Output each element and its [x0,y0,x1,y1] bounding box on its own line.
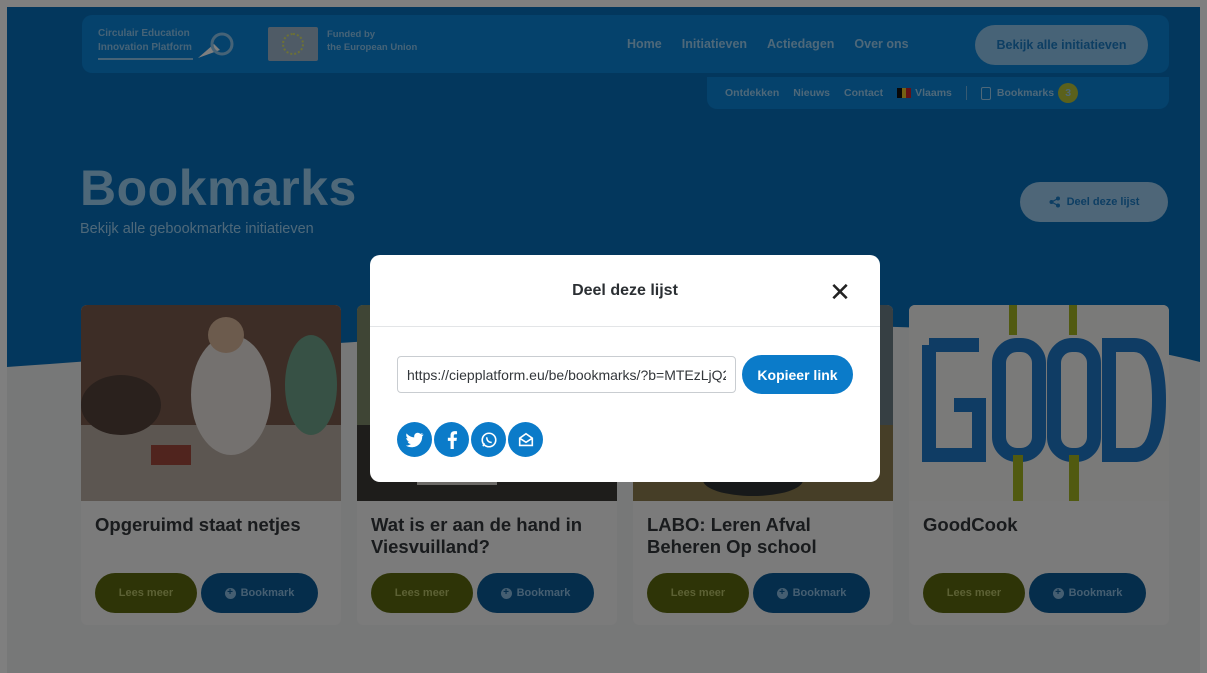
copy-link-button[interactable]: Kopieer link [742,355,853,394]
modal-title: Deel deze lijst [572,282,678,299]
email-icon[interactable] [508,422,543,457]
facebook-icon[interactable] [434,422,469,457]
social-share-buttons [397,422,543,457]
modal-header: Deel deze lijst ✕ [370,255,880,327]
share-link-input[interactable] [397,356,736,393]
whatsapp-icon[interactable] [471,422,506,457]
twitter-icon[interactable] [397,422,432,457]
close-icon[interactable]: ✕ [825,277,855,307]
share-modal: Deel deze lijst ✕ Kopieer link [370,255,880,482]
